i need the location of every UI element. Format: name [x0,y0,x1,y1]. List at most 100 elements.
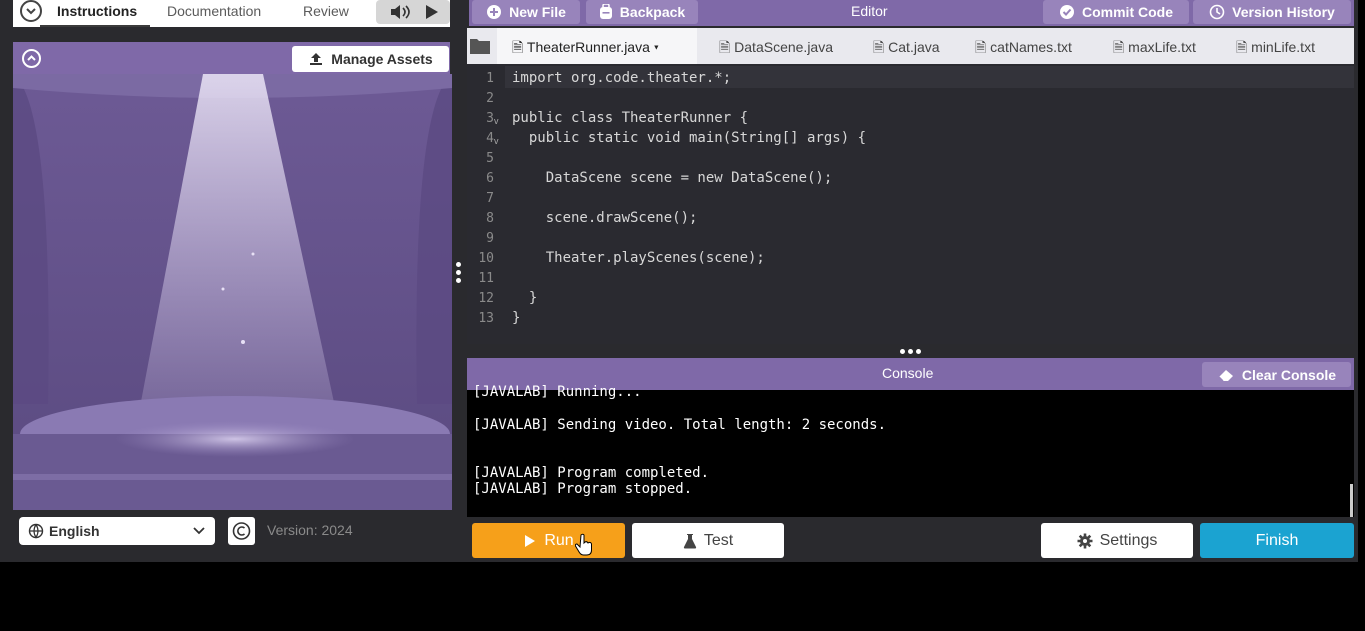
upload-icon [310,53,323,65]
file-icon: 🗎 [873,39,885,55]
file-icon: 🗎 [512,39,524,55]
backpack-label: Backpack [619,4,686,20]
version-history-label: Version History [1232,4,1335,20]
finish-label: Finish [1255,531,1299,549]
hand-cursor-icon [575,533,592,556]
file-icon: 🗎 [1113,39,1125,55]
run-label: Run [544,531,574,549]
file-tab-catnames[interactable]: 🗎 catNames.txt [975,37,1072,61]
backpack-button[interactable]: Backpack [586,0,698,24]
manage-assets-label: Manage Assets [331,51,433,67]
version-label: Version: 2024 [267,522,353,538]
audio-controls [376,0,450,24]
settings-button[interactable]: Settings [1041,523,1193,558]
code-editor[interactable] [467,64,1354,344]
file-tab-maxlife[interactable]: 🗎 maxLife.txt [1113,37,1196,61]
code-line: scene.drawScene(); [512,210,698,226]
play-icon[interactable] [426,5,438,19]
copyright-button[interactable] [228,517,255,545]
backpack-icon [599,4,612,19]
line-number: 3 [486,111,494,126]
new-file-button[interactable]: New File [472,0,580,24]
console-line: [JAVALAB] Sending video. Total length: 2… [473,417,887,433]
file-icon: 🗎 [1236,39,1248,55]
fold-chevron-icon[interactable]: v [494,116,499,126]
file-tab-label: minLife.txt [1251,39,1315,55]
caret-down-icon: ▾ [653,39,659,55]
code-line: Theater.playScenes(scene); [512,250,765,266]
console-line: [JAVALAB] Running... [473,384,642,400]
line-number: 10 [478,251,494,266]
console-scrollbar[interactable] [1350,484,1353,517]
code-line: import org.code.theater.*; [512,70,732,86]
language-select[interactable]: English [19,517,215,545]
tab-instructions[interactable]: Instructions [57,3,137,19]
line-number: 2 [486,91,494,106]
line-number: 6 [486,171,494,186]
chevron-down-icon [193,527,205,535]
active-tab-underline [40,25,150,27]
line-number: 5 [486,151,494,166]
console-line: [JAVALAB] Program completed. [473,465,710,481]
console-line: [JAVALAB] Program stopped. [473,481,693,497]
flask-icon [683,533,696,548]
preview-collapse-icon[interactable] [22,49,41,68]
tab-review[interactable]: Review [303,3,349,19]
folder-icon[interactable] [468,36,492,56]
console-title: Console [882,365,934,381]
gear-icon [1077,533,1093,548]
file-tab-label: maxLife.txt [1128,39,1196,55]
commit-code-button[interactable]: Commit Code [1043,0,1189,24]
panel-resize-handle[interactable] [456,262,462,286]
settings-label: Settings [1099,531,1158,549]
test-label: Test [703,531,734,549]
theater-stage-preview [13,74,452,510]
version-history-button[interactable]: Version History [1193,0,1351,24]
line-number: 7 [486,191,494,206]
file-icon: 🗎 [719,39,731,55]
file-tab-datascene[interactable]: 🗎 DataScene.java [719,37,833,61]
file-tab-theaterrunner[interactable]: 🗎 TheaterRunner.java ▾ [512,37,659,61]
code-line: public class TheaterRunner { [512,110,749,126]
play-icon [525,534,536,547]
plus-circle-icon [487,5,502,19]
check-circle-icon [1060,5,1074,19]
file-tab-label: DataScene.java [734,39,833,55]
code-line: public static void main(String[] args) { [512,130,867,146]
file-icon: 🗎 [975,39,987,55]
file-tab-minlife[interactable]: 🗎 minLife.txt [1236,37,1315,61]
file-tab-cat[interactable]: 🗎 Cat.java [873,37,940,61]
clear-console-label: Clear Console [1241,366,1337,383]
editor-title: Editor [851,3,888,19]
manage-assets-button[interactable]: Manage Assets [292,46,449,72]
file-tab-label: catNames.txt [990,39,1072,55]
line-number: 4 [486,131,494,146]
language-value: English [49,523,100,539]
globe-icon [28,523,44,539]
code-line: DataScene scene = new DataScene(); [512,170,833,186]
editor-console-splitter[interactable] [467,344,1354,358]
speaker-icon[interactable] [391,5,410,19]
line-number: 1 [486,71,494,86]
code-line: } [512,290,538,306]
commit-code-label: Commit Code [1082,4,1173,20]
fold-chevron-icon[interactable]: v [494,136,499,146]
clock-icon [1209,4,1225,20]
copyright-icon [232,522,251,540]
line-number: 8 [486,211,494,226]
line-number: 13 [478,311,494,326]
line-number: 11 [478,271,494,286]
line-number: 9 [486,231,494,246]
run-button[interactable]: Run [472,523,625,558]
file-tab-label: TheaterRunner.java [526,39,650,55]
test-button[interactable]: Test [632,523,784,558]
finish-button[interactable]: Finish [1200,523,1354,558]
clear-console-button[interactable]: Clear Console [1202,362,1351,387]
line-number: 12 [478,291,494,306]
console-output [467,390,1354,517]
new-file-label: New File [509,4,566,20]
eraser-icon [1218,369,1233,382]
tab-documentation[interactable]: Documentation [167,3,261,19]
collapse-chevron-icon[interactable] [20,0,42,22]
file-tab-label: Cat.java [888,39,940,55]
